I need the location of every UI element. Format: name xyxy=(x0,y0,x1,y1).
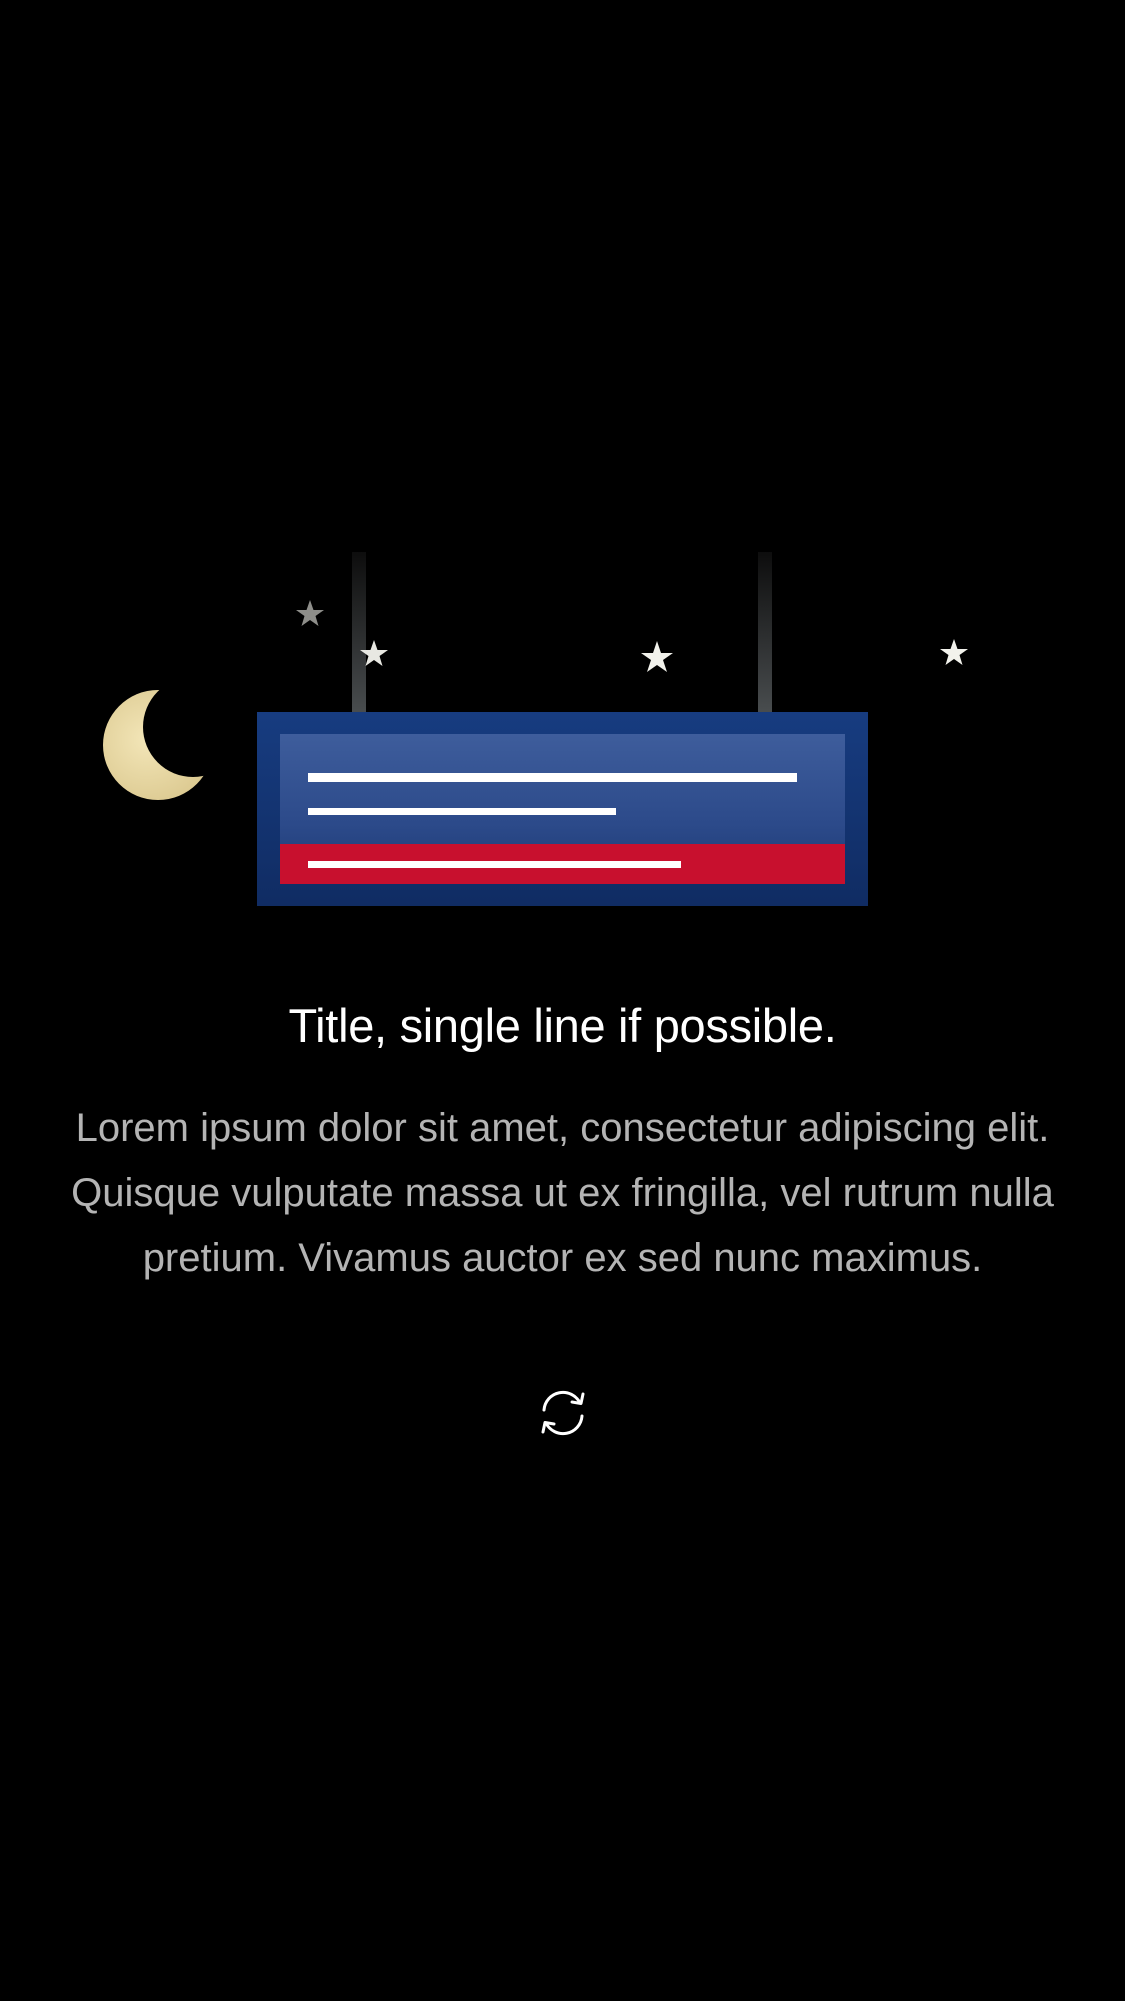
star-icon xyxy=(940,639,968,665)
empty-state-screen: Title, single line if possible. Lorem ip… xyxy=(0,0,1125,2001)
right-hanging-pole xyxy=(758,552,772,716)
empty-state-title: Title, single line if possible. xyxy=(288,999,837,1052)
left-hanging-pole xyxy=(352,552,366,716)
star-icon xyxy=(296,600,324,626)
hanging-sign xyxy=(257,712,868,906)
empty-state-description: Lorem ipsum dolor sit amet, consectetur … xyxy=(71,1106,1054,1280)
refresh-icon xyxy=(541,1390,585,1436)
star-icon xyxy=(641,641,673,672)
refresh-button[interactable] xyxy=(532,1382,594,1444)
moon-icon xyxy=(103,677,243,800)
night-sign-illustration xyxy=(0,540,1125,920)
